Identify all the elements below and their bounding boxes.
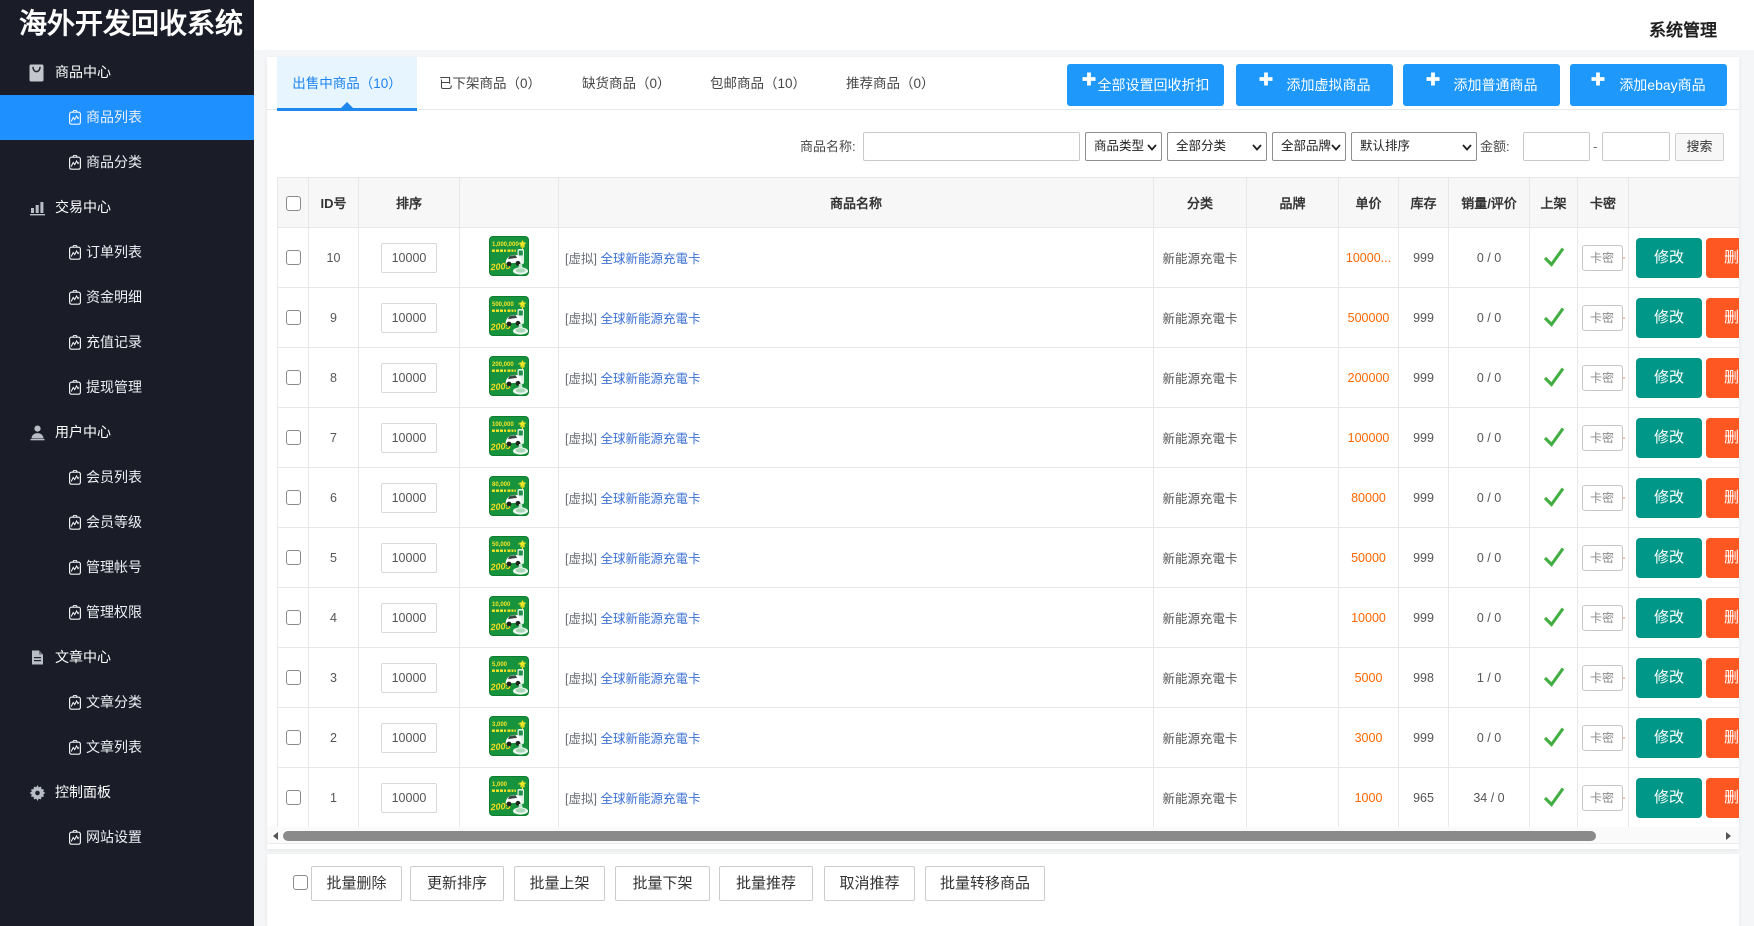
svg-text:1,000,000: 1,000,000 [492, 242, 519, 248]
svg-text:100,000: 100,000 [492, 422, 514, 428]
svg-text:80,000: 80,000 [492, 482, 511, 488]
svg-text:200,000: 200,000 [492, 362, 514, 368]
svg-text:50,000: 50,000 [492, 542, 511, 548]
svg-text:500,000: 500,000 [492, 302, 514, 308]
svg-text:3,000: 3,000 [492, 722, 508, 728]
svg-text:1,000: 1,000 [492, 782, 508, 788]
svg-text:5,000: 5,000 [492, 662, 508, 668]
svg-text:10,000: 10,000 [492, 602, 511, 608]
